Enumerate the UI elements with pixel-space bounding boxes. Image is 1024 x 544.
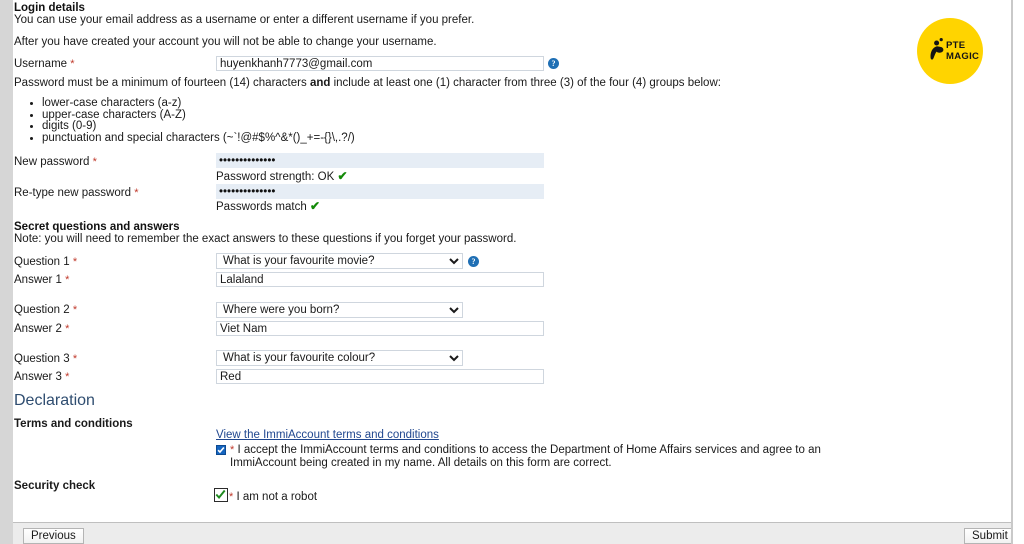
- not-a-robot-required-marker: *: [229, 491, 234, 503]
- passwords-match-text: Passwords match: [216, 201, 307, 213]
- answer-2-input[interactable]: [216, 321, 544, 336]
- not-a-robot-label: I am not a robot: [236, 491, 318, 503]
- security-check-label: Security check: [14, 480, 96, 492]
- question-1-select[interactable]: What is your favourite movie?: [216, 253, 463, 269]
- password-rule-intro-part-b: include at least one (1) character from …: [330, 77, 721, 89]
- right-gutter: [1013, 0, 1024, 544]
- retype-password-label-text: Re-type new password: [14, 187, 131, 199]
- retype-password-input[interactable]: [216, 184, 544, 199]
- question-1-label-text: Question 1: [14, 256, 70, 268]
- password-rules-list: lower-case characters (a-z) upper-case c…: [14, 97, 355, 145]
- help-icon-secret-questions[interactable]: ?: [468, 256, 479, 267]
- passwords-match-status: Passwords match ✔: [216, 199, 320, 213]
- logo-line-2: MAGIC: [946, 50, 980, 62]
- username-input[interactable]: [216, 56, 544, 71]
- submit-button[interactable]: Submit: [964, 528, 1016, 544]
- password-rule-intro: Password must be a minimum of fourteen (…: [14, 77, 721, 89]
- question-3-select[interactable]: What is your favourite colour?: [216, 350, 463, 366]
- pte-magic-logo-text: PTE MAGIC: [946, 40, 980, 62]
- pte-magic-figure-icon: [930, 38, 944, 60]
- answer-2-label-text: Answer 2: [14, 323, 62, 335]
- question-2-label: Question 2 *: [14, 304, 77, 316]
- username-required-marker: *: [70, 58, 75, 70]
- question-1-label: Question 1 *: [14, 256, 77, 268]
- answer-2-required-marker: *: [65, 323, 70, 335]
- secret-questions-note: Note: you will need to remember the exac…: [14, 233, 517, 245]
- accept-terms-label: I accept the ImmiAccount terms and condi…: [230, 444, 821, 469]
- question-3-required-marker: *: [72, 353, 78, 365]
- form-content: Login details You can use your email add…: [13, 0, 1011, 544]
- answer-3-label: Answer 3 *: [14, 371, 69, 383]
- new-password-required-marker: *: [92, 156, 97, 168]
- answer-3-input[interactable]: [216, 369, 544, 384]
- answer-3-label-text: Answer 3: [14, 371, 62, 383]
- form-footer-bar: Previous Submit: [13, 522, 1016, 544]
- page-root: Login details You can use your email add…: [0, 0, 1024, 544]
- new-password-label: New password *: [14, 156, 97, 168]
- login-intro-line-2: After you have created your account you …: [14, 36, 437, 48]
- accept-terms-checkbox[interactable]: [216, 445, 226, 455]
- new-password-label-text: New password: [14, 156, 90, 168]
- left-gutter: [0, 0, 13, 544]
- terms-and-conditions-label: Terms and conditions: [14, 418, 133, 430]
- password-strength-text: Password strength: OK: [216, 171, 335, 183]
- answer-1-label-text: Answer 1: [14, 274, 62, 286]
- logo-line-1: PTE: [946, 40, 966, 51]
- login-intro-line-1: You can use your email address as a user…: [14, 14, 475, 26]
- question-2-select[interactable]: Where were you born?: [216, 302, 463, 318]
- password-strength-status: Password strength: OK ✔: [216, 169, 348, 183]
- answer-3-required-marker: *: [65, 371, 70, 383]
- answer-1-label: Answer 1 *: [14, 274, 69, 286]
- new-password-input[interactable]: [216, 153, 544, 168]
- retype-password-label: Re-type new password *: [14, 187, 138, 199]
- username-label-text: Username: [14, 58, 68, 70]
- answer-1-required-marker: *: [65, 274, 70, 286]
- check-icon-match: ✔: [309, 199, 321, 213]
- declaration-heading: Declaration: [14, 392, 95, 409]
- question-1-required-marker: *: [72, 256, 78, 268]
- check-icon-strength: ✔: [337, 169, 348, 183]
- not-a-robot-checkbox[interactable]: [214, 488, 228, 502]
- retype-password-required-marker: *: [134, 187, 139, 199]
- password-rule-intro-bold: and: [309, 77, 331, 89]
- previous-button[interactable]: Previous: [23, 528, 84, 544]
- accept-terms-text: * I accept the ImmiAccount terms and con…: [230, 444, 862, 469]
- username-label: Username *: [14, 58, 75, 70]
- login-details-heading: Login details: [14, 2, 85, 14]
- question-2-required-marker: *: [72, 304, 78, 316]
- not-a-robot-text: * I am not a robot: [229, 491, 317, 504]
- accept-terms-required-marker: *: [230, 444, 235, 456]
- password-rule-intro-part-a: Password must be a minimum of fourteen (…: [14, 77, 310, 89]
- answer-1-input[interactable]: [216, 272, 544, 287]
- question-2-label-text: Question 2: [14, 304, 70, 316]
- pte-magic-logo: PTE MAGIC: [917, 18, 983, 84]
- question-3-label: Question 3 *: [14, 353, 77, 365]
- terms-and-conditions-link[interactable]: View the ImmiAccount terms and condition…: [216, 429, 439, 441]
- answer-2-label: Answer 2 *: [14, 323, 69, 335]
- secret-questions-heading: Secret questions and answers: [14, 221, 180, 233]
- help-icon-username[interactable]: ?: [548, 58, 559, 69]
- password-rule-item: lower-case characters (a-z): [42, 97, 355, 110]
- question-3-label-text: Question 3: [14, 353, 70, 365]
- password-rule-item: punctuation and special characters (~`!@…: [42, 132, 355, 145]
